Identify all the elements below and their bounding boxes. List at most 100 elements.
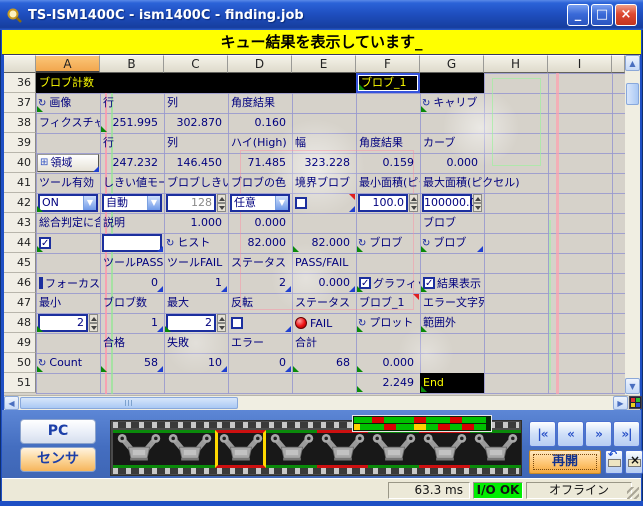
dropdown-A42[interactable]: ON▼ [38,194,98,212]
region-button[interactable]: ⊞領域 [37,154,99,172]
spinner-value[interactable]: 2 [38,314,88,332]
scroll-up-button[interactable]: ▲ [625,55,640,71]
cell-A47[interactable]: 最小 [36,293,100,313]
cell-F50[interactable]: 0.000 [356,353,420,373]
hscroll-thumb[interactable] [20,397,238,409]
column-header-G[interactable]: G [420,55,484,73]
cell-G41[interactable]: 最大面積(ピクセル) [420,173,544,193]
cell-G46[interactable]: ✓結果表示 [420,273,484,293]
last-image-button[interactable]: »| [613,421,640,447]
film-frame-3-current[interactable] [215,430,266,468]
spinner-value[interactable]: 2 [166,314,216,332]
maximize-button[interactable]: □ [591,4,613,26]
cell-E47[interactable]: ステータス [292,293,356,313]
cell-B45[interactable]: ツールPASS [100,253,164,273]
checkbox-E42[interactable] [292,193,356,213]
spin-down-icon[interactable] [409,203,418,212]
film-frame-5-fail[interactable] [317,430,368,468]
row-header-36[interactable]: 36 [4,73,36,93]
corner-cell[interactable] [4,55,36,73]
cell-E41[interactable]: 境界ブロブ [292,173,356,193]
cell-B41[interactable]: しきい値モード [100,173,164,193]
cell-B39[interactable]: 行 [100,133,164,153]
cell-B44[interactable] [100,233,164,253]
row-header-48[interactable]: 48 [4,313,36,333]
row-header-51[interactable]: 51 [4,373,36,393]
spinner-A48[interactable]: 2 [38,314,98,332]
cell-B50[interactable]: 58 [100,353,164,373]
first-image-button[interactable]: |« [529,421,556,447]
cell-D45[interactable]: ステータス [228,253,292,273]
cell-E50[interactable]: 68 [292,353,356,373]
spinner-F42[interactable]: 100.0 [358,194,418,212]
spin-down-icon[interactable] [89,323,98,332]
spinner-value[interactable]: 100.0 [358,194,408,212]
sensor-button[interactable]: センサ [20,447,96,472]
cell-G43[interactable]: ブロブ [420,213,484,233]
cell-B47[interactable]: ブロブ数 [100,293,164,313]
cell-A48[interactable]: 2 [36,313,100,333]
cell-B40[interactable]: 247.232 [100,153,164,173]
cell-A38[interactable]: フィクスチャ [36,113,100,133]
cell-C42[interactable]: 128 [164,193,228,213]
row-header-47[interactable]: 47 [4,293,36,313]
cell-G42[interactable]: 100000.0 [420,193,484,213]
spinner-arrows[interactable] [409,194,418,212]
text-input[interactable] [102,234,162,252]
cell-D49[interactable]: エラー [228,333,292,353]
cell-F41[interactable]: 最小面積(ピクセル) [356,173,420,193]
cell-A36[interactable]: ブロブ計数 [36,73,100,93]
close-button[interactable]: × [615,4,637,26]
cell-A37[interactable]: ↻画像 [36,93,100,113]
film-frame-6-pass[interactable] [368,430,419,468]
cell-A43[interactable]: 総合判定に含める [36,213,100,233]
next-image-button[interactable]: » [585,421,612,447]
cell-D50[interactable]: 0 [228,353,292,373]
row-header-43[interactable]: 43 [4,213,36,233]
discard-image-button[interactable]: × [625,450,643,474]
cell-A44[interactable]: ✓ [36,233,100,253]
row-header-42[interactable]: 42 [4,193,36,213]
column-header-F[interactable]: F [356,55,420,73]
cell-B42[interactable]: 自動▼ [100,193,164,213]
film-frame-7-fail[interactable] [419,430,470,468]
cell-F40[interactable]: 0.159 [356,153,420,173]
cell-E40[interactable]: 323.228 [292,153,356,173]
cell-C49[interactable]: 失敗 [164,333,228,353]
cell-A46[interactable]: フォーカス [36,273,100,293]
checkbox-box[interactable] [295,197,307,209]
cell-C45[interactable]: ツールFAIL [164,253,228,273]
scroll-down-button[interactable]: ▼ [625,378,640,394]
cell-D43[interactable]: 0.000 [228,213,292,233]
cell-F39[interactable]: 角度結果 [356,133,420,153]
vertical-scrollbar[interactable]: ▲▼ [625,55,640,395]
cell-D40[interactable]: 71.485 [228,153,292,173]
resize-grip[interactable] [627,487,639,499]
cell-G44[interactable]: ↻ブロブ [420,233,484,253]
row-header-46[interactable]: 46 [4,273,36,293]
column-header-B[interactable]: B [100,55,164,73]
pc-button[interactable]: PC [20,419,96,444]
cell-D44[interactable]: 82.000 [228,233,292,253]
cell-G39[interactable]: カーブ [420,133,484,153]
checkbox-A46[interactable]: フォーカス [36,273,100,293]
cell-E39[interactable]: 幅 [292,133,356,153]
dropdown-D42[interactable]: 任意▼ [230,194,290,212]
cell-D39[interactable]: ハイ(High) [228,133,292,153]
column-header-I[interactable]: I [548,55,612,73]
resume-button[interactable]: 再開 [529,450,601,474]
cell-E46[interactable]: 0.000 [292,273,356,293]
checkbox-A44[interactable]: ✓ [36,233,100,253]
scroll-left-button[interactable]: ◀ [4,396,19,410]
cell-G40[interactable]: 0.000 [420,153,484,173]
cell-C37[interactable]: 列 [164,93,228,113]
column-header-H[interactable]: H [484,55,548,73]
cell-C44[interactable]: ↻ヒスト [164,233,228,253]
cell-B49[interactable]: 合格 [100,333,164,353]
cell-A42[interactable]: ON▼ [36,193,100,213]
row-header-41[interactable]: 41 [4,173,36,193]
cell-E48[interactable]: FAIL [292,313,356,333]
checkbox-G46[interactable]: ✓結果表示 [420,273,484,293]
spinner-G42[interactable]: 100000.0 [422,194,482,212]
cell-C41[interactable]: ブロブしきい値 [164,173,228,193]
